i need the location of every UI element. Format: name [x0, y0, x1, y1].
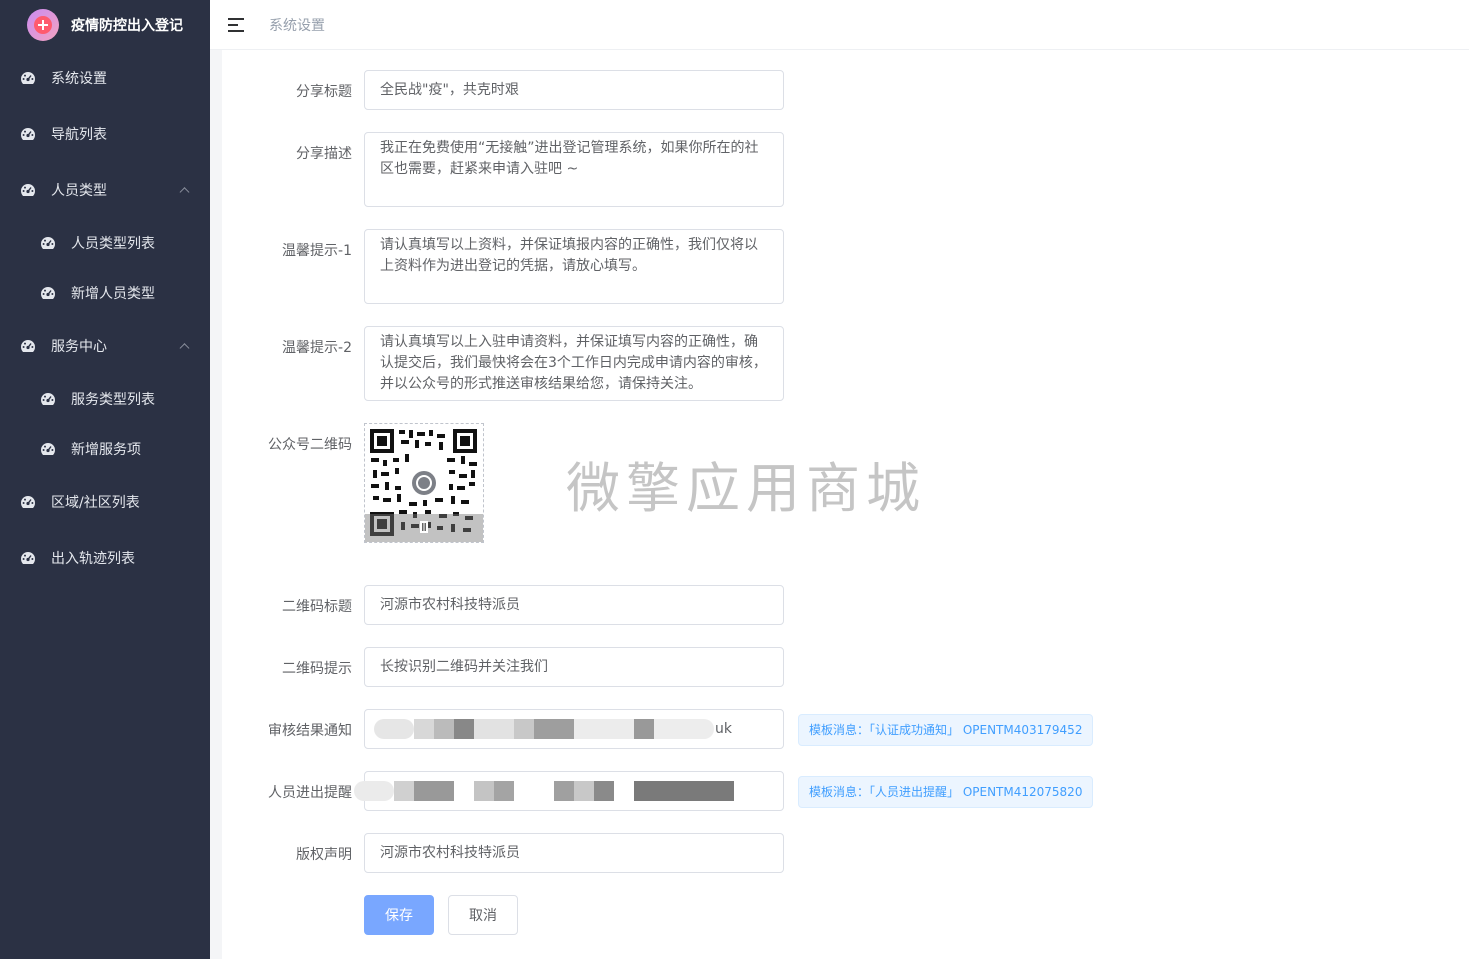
- sidebar-item-person-type-list[interactable]: 人员类型列表: [0, 218, 210, 268]
- share-title-label: 分享标题: [296, 84, 352, 100]
- dashboard-icon: [20, 551, 36, 565]
- sidebar: 疫情防控出入登记 系统设置 导航列表 人员类型 人员类型列表 新增人员类型 服务…: [0, 0, 210, 959]
- brand: 疫情防控出入登记: [0, 0, 210, 50]
- sidebar-item-add-service[interactable]: 新增服务项: [0, 424, 210, 474]
- redacted-id-audit: [374, 719, 714, 739]
- copyright-label: 版权声明: [296, 847, 352, 863]
- dashboard-icon: [20, 495, 36, 509]
- tip1-textarea[interactable]: 请认真填写以上资料，并保证填报内容的正确性，我们仅将以上资料作为进出登记的凭据，…: [364, 229, 784, 304]
- tip2-textarea[interactable]: 请认真填写以上入驻申请资料，并保证填写内容的正确性，确认提交后，我们最快将会在3…: [364, 326, 784, 401]
- dashboard-icon: [40, 236, 56, 250]
- save-button[interactable]: 保存: [364, 895, 434, 935]
- redacted-id-inout: [354, 781, 734, 801]
- inout-remind-label: 人员进出提醒: [268, 785, 352, 801]
- qr-tip-input[interactable]: 长按识别二维码并关注我们: [364, 647, 784, 687]
- qrcode-label: 公众号二维码: [268, 437, 352, 453]
- sidebar-item-nav-list[interactable]: 导航列表: [0, 106, 210, 162]
- tip1-label: 温馨提示-1: [282, 243, 352, 259]
- menu-toggle-icon[interactable]: [228, 17, 244, 32]
- dashboard-icon: [40, 392, 56, 406]
- breadcrumb: 系统设置: [269, 17, 325, 34]
- watermark-text: 微擎应用商城: [566, 457, 926, 520]
- qrcode-upload[interactable]: [364, 423, 484, 543]
- dashboard-icon: [40, 286, 56, 300]
- chevron-up-icon: [179, 343, 190, 354]
- dashboard-icon: [20, 183, 36, 197]
- sidebar-item-service-center[interactable]: 服务中心: [0, 318, 210, 374]
- audit-notice-suffix: uk: [715, 721, 732, 737]
- dashboard-icon: [40, 442, 56, 456]
- sidebar-item-service-type-list[interactable]: 服务类型列表: [0, 374, 210, 424]
- inout-template-tag: 模板消息：「人员进出提醒」 OPENTM412075820: [798, 776, 1094, 808]
- cancel-button[interactable]: 取消: [448, 895, 518, 935]
- sidebar-item-person-type[interactable]: 人员类型: [0, 162, 210, 218]
- sidebar-item-area-list[interactable]: 区域/社区列表: [0, 474, 210, 530]
- qr-title-input[interactable]: 河源市农村科技特派员: [364, 585, 784, 625]
- top-header: 系统设置: [210, 0, 1469, 50]
- qr-title-label: 二维码标题: [282, 599, 352, 615]
- audit-template-tag: 模板消息：「认证成功通知」 OPENTM403179452: [798, 714, 1094, 746]
- app-title: 疫情防控出入登记: [71, 18, 183, 34]
- share-title-input[interactable]: 全民战"疫"，共克时艰: [364, 70, 784, 110]
- copyright-input[interactable]: 河源市农村科技特派员: [364, 833, 784, 873]
- app-logo-icon: [27, 9, 59, 41]
- share-desc-textarea[interactable]: 我正在免费使用“无接触”进出登记管理系统，如果你所在的社区也需要，赶紧来申请入驻…: [364, 132, 784, 207]
- qr-tip-label: 二维码提示: [282, 661, 352, 677]
- content-gutter: [210, 50, 222, 959]
- qrcode-image: [365, 424, 483, 542]
- audit-notice-label: 审核结果通知: [268, 723, 352, 739]
- dashboard-icon: [20, 339, 36, 353]
- share-desc-label: 分享描述: [296, 146, 352, 162]
- dashboard-icon: [20, 71, 36, 85]
- sidebar-item-system-settings[interactable]: 系统设置: [0, 50, 210, 106]
- tip2-label: 温馨提示-2: [282, 340, 352, 356]
- sidebar-item-add-person-type[interactable]: 新增人员类型: [0, 268, 210, 318]
- dashboard-icon: [20, 127, 36, 141]
- chevron-up-icon: [179, 187, 190, 198]
- sidebar-item-track-list[interactable]: 出入轨迹列表: [0, 530, 210, 586]
